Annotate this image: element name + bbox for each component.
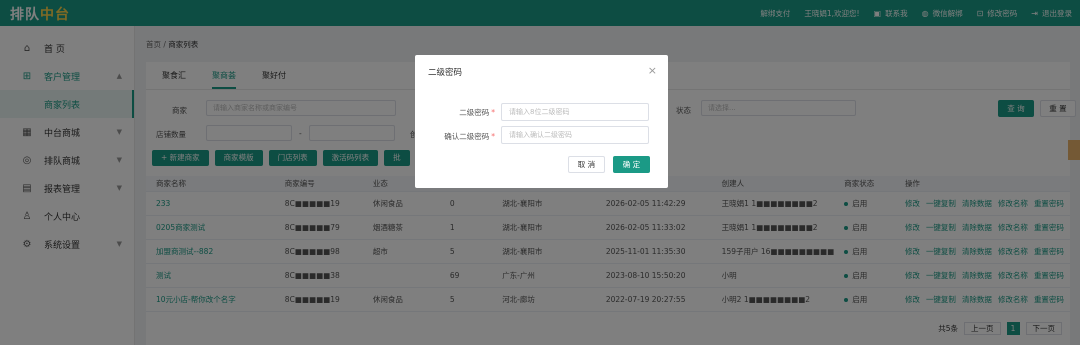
cancel-button[interactable]: 取 消: [568, 156, 605, 173]
required-mark: *: [491, 132, 495, 141]
confirm-password-label-text: 确认二级密码: [444, 132, 490, 141]
dialog-title: 二级密码: [428, 68, 463, 78]
required-mark: *: [491, 108, 495, 117]
confirm-button[interactable]: 确 定: [613, 156, 650, 173]
close-icon[interactable]: ×: [648, 64, 657, 77]
password-label: 二级密码 *: [425, 107, 495, 118]
password-input[interactable]: 请输入8位二级密码: [501, 103, 649, 121]
password-label-text: 二级密码: [459, 108, 490, 117]
confirm-password-input[interactable]: 请输入确认二级密码: [501, 126, 649, 144]
second-password-dialog: 二级密码 × 二级密码 * 请输入8位二级密码 确认二级密码 * 请输入确认二级密码…: [415, 55, 668, 188]
confirm-password-label: 确认二级密码 *: [425, 131, 495, 142]
